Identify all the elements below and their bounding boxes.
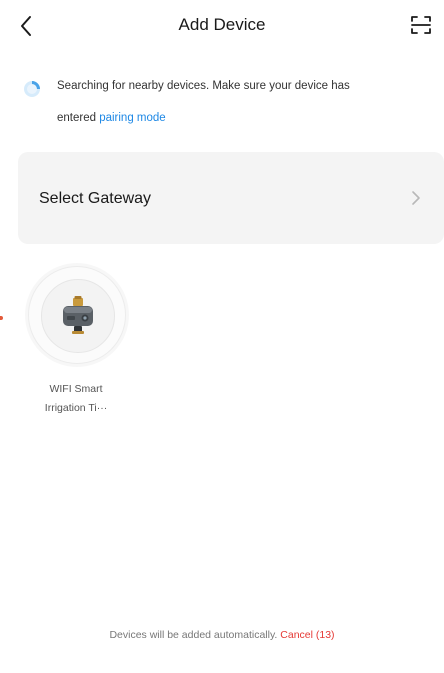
footer-message: Devices will be added automatically. Can…: [0, 629, 444, 641]
device-avatar: [28, 266, 126, 364]
chevron-right-icon: [412, 191, 420, 205]
page-title: Add Device: [178, 15, 266, 34]
header: Add Device: [0, 0, 444, 52]
edge-indicator: [0, 316, 3, 320]
add-device-screen: Add Device Searching for nearby devices.…: [0, 0, 444, 673]
device-name-line2: Irrigation Ti···: [44, 402, 108, 414]
device-tile[interactable]: WIFI Smart Irrigation Ti···: [22, 266, 130, 436]
device-avatar-inner: [41, 279, 115, 353]
auto-add-message: Devices will be added automatically.: [109, 629, 281, 641]
scan-button[interactable]: [406, 10, 436, 40]
irrigation-timer-icon: [63, 296, 93, 334]
device-name-line1: WIFI Smart: [49, 383, 103, 395]
loading-spinner-icon: [24, 81, 40, 97]
device-name: WIFI Smart Irrigation Ti···: [22, 380, 130, 418]
select-gateway-row[interactable]: Select Gateway: [18, 152, 444, 244]
search-message-continued: entered pairing mode: [57, 112, 166, 124]
search-message-prefix: entered: [57, 112, 100, 124]
pairing-mode-link[interactable]: pairing mode: [99, 112, 165, 124]
select-gateway-label: Select Gateway: [39, 190, 152, 207]
scan-frame-icon: [411, 16, 431, 34]
search-message: Searching for nearby devices. Make sure …: [57, 80, 350, 92]
cancel-button[interactable]: Cancel (13): [280, 629, 334, 641]
